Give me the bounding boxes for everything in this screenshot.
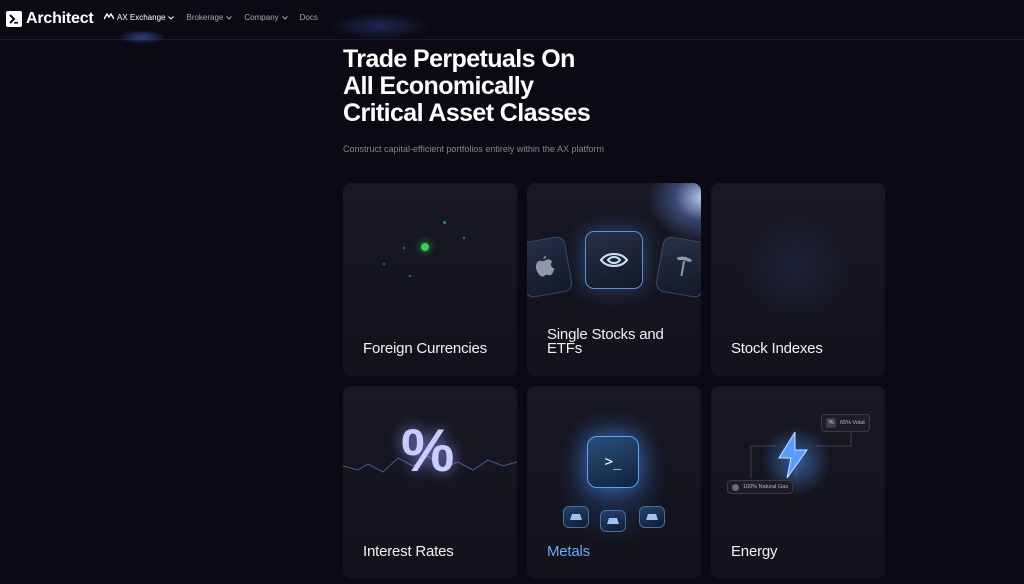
card-label: Energy — [731, 543, 778, 560]
asset-card-foreign-currencies[interactable]: Foreign Currencies — [343, 183, 517, 376]
flame-icon — [732, 483, 739, 491]
asset-card-stock-indexes[interactable]: Stock Indexes — [711, 183, 885, 376]
tag-label: 100% Natural Gas — [743, 484, 788, 490]
brand-name: Architect — [26, 10, 94, 27]
metal-bar-icon — [563, 506, 589, 528]
nav-glow-decoration — [330, 12, 430, 40]
nav-item-label: Company — [244, 13, 279, 22]
bolt-icon — [773, 430, 813, 483]
page-title: Trade Perpetuals On All Economically Cri… — [343, 46, 863, 127]
card-light-glow — [647, 183, 701, 243]
asset-card-single-stocks[interactable]: Single Stocks and ETFs — [527, 183, 701, 376]
apple-logo-icon — [527, 235, 574, 299]
title-line: All Economically — [343, 72, 534, 100]
nav-item-brokerage[interactable]: Brokerage — [186, 13, 233, 22]
metal-bar-icon — [639, 506, 665, 528]
natural-gas-tag: 100% Natural Gas — [727, 480, 793, 494]
asset-card-metals[interactable]: >_ Metals — [527, 386, 701, 579]
percent-icon: % — [401, 417, 455, 484]
metal-bar-icon — [600, 510, 626, 532]
nav-item-docs[interactable]: Docs — [300, 13, 318, 22]
tesla-logo-icon — [654, 235, 701, 299]
chevron-down-icon — [168, 13, 175, 22]
architect-logo-icon — [6, 11, 22, 27]
nvidia-logo-icon — [585, 231, 643, 289]
nav-item-ax-exchange[interactable]: AX Exchange — [103, 12, 175, 22]
asset-card-energy[interactable]: % 65% Volat 100% Natural Gas Energy — [711, 386, 885, 579]
title-line: Trade Perpetuals On — [343, 45, 575, 73]
page-subtitle: Construct capital-efficient portfolios e… — [343, 144, 604, 154]
asset-card-interest-rates[interactable]: % Interest Rates — [343, 386, 517, 579]
index-icon — [741, 213, 851, 323]
nav-glow-decoration — [118, 30, 166, 44]
card-label: Stock Indexes — [731, 340, 823, 357]
nav-item-label: AX Exchange — [117, 13, 166, 22]
card-label: Single Stocks and ETFs — [547, 326, 664, 357]
chevron-down-icon — [281, 13, 288, 22]
nav-item-company[interactable]: Company — [244, 13, 288, 22]
nav-item-label: Docs — [299, 13, 318, 22]
brand-logo[interactable]: Architect — [6, 10, 94, 28]
title-line: Critical Asset Classes — [343, 99, 591, 127]
terminal-icon: >_ — [587, 436, 639, 488]
fx-highlight-dot — [421, 243, 429, 251]
card-label: Metals — [547, 543, 590, 560]
top-navbar: Architect AX Exchange Brokerage Company … — [0, 0, 1024, 44]
tag-label: 65% Volat — [840, 420, 865, 426]
ax-logo-icon — [103, 12, 115, 22]
card-label: Foreign Currencies — [363, 340, 487, 357]
nav-item-label: Brokerage — [186, 13, 224, 22]
chevron-down-icon — [226, 13, 233, 22]
hero-section: Trade Perpetuals On All Economically Cri… — [343, 46, 863, 155]
card-label: Interest Rates — [363, 543, 454, 560]
nav-menu: AX Exchange Brokerage Company Docs — [103, 12, 318, 22]
